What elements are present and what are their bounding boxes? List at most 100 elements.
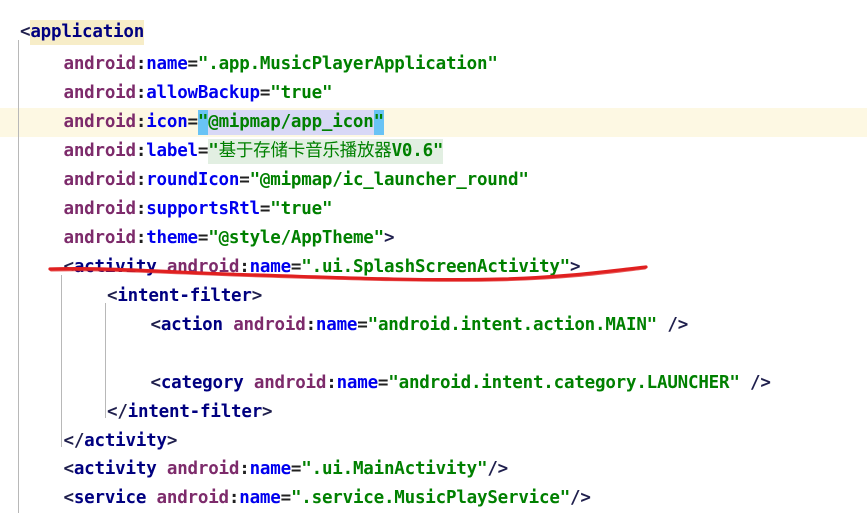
code-line[interactable]: android:name=".app.MusicPlayerApplicatio…	[0, 50, 867, 79]
token-tag: activity	[73, 257, 157, 277]
code-line[interactable]: <intent-filter>	[0, 282, 867, 311]
code-line[interactable]: </intent-filter>	[0, 398, 867, 427]
token-ns: android	[63, 54, 137, 74]
code-line[interactable]: <activity android:name=".ui.MainActivity…	[0, 455, 867, 484]
code-line[interactable]: android:allowBackup="true"	[0, 79, 867, 108]
token-quote: "	[208, 139, 219, 164]
token-quote: "	[487, 54, 498, 74]
token-attr: roundIcon	[146, 170, 240, 190]
token-str: android.intent.category.LAUNCHER	[398, 373, 730, 393]
token-punct: <	[63, 488, 75, 508]
token-tag: action	[160, 315, 223, 335]
token-colon: :	[228, 488, 240, 508]
code-line[interactable]	[0, 340, 867, 369]
token-attr: icon	[146, 112, 188, 132]
token-colon: :	[135, 170, 147, 190]
code-line[interactable]: android:icon="@mipmap/app_icon"	[0, 108, 867, 137]
token-punct: <	[150, 373, 162, 393]
token-tag: service	[73, 488, 147, 508]
token-quote: "	[388, 373, 399, 393]
token-eq: =	[259, 199, 271, 219]
token-quote: "	[197, 54, 209, 74]
token-eq: =	[197, 228, 209, 248]
token-str: .ui.SplashScreenActivity	[311, 257, 560, 277]
code-line[interactable]: android:supportsRtl="true"	[0, 195, 867, 224]
token-quote: "	[270, 83, 281, 103]
token-punct: >	[570, 257, 581, 277]
token-punct: <	[63, 257, 75, 277]
token-attr: name	[249, 459, 292, 479]
token-str: @mipmap/app_icon	[208, 110, 374, 135]
token-ns: android	[166, 459, 240, 479]
code-line[interactable]: <category android:name="android.intent.c…	[0, 369, 867, 398]
token-tag: application	[30, 20, 144, 45]
token-str: true	[280, 199, 323, 219]
token-quote: "	[208, 228, 219, 248]
token-colon: :	[239, 257, 250, 277]
token-colon: :	[326, 373, 337, 393]
token-punct: >	[251, 286, 263, 306]
token-str: @style/AppTheme	[218, 228, 374, 248]
code-line[interactable]: <activity android:name=".ui.SplashScreen…	[0, 253, 867, 282]
token-punct: />	[570, 488, 591, 508]
token-str: @mipmap/ic_launcher_round	[259, 170, 519, 190]
token-ns: android	[63, 141, 137, 161]
token-ns: android	[63, 170, 137, 190]
token-quote: "	[373, 110, 384, 135]
token-colon: :	[135, 141, 147, 161]
token-punct: </	[63, 431, 85, 451]
token-punct: />	[667, 315, 689, 335]
token-ns: android	[63, 112, 137, 132]
token-tag: activity	[84, 431, 167, 451]
token-tag: intent-filter	[117, 286, 252, 306]
token-quote: "	[367, 315, 379, 335]
token-quote: "	[270, 199, 281, 219]
token-quote: "	[321, 83, 333, 103]
token-quote: "	[321, 199, 333, 219]
token-ns: android	[156, 488, 230, 508]
code-editor-viewport[interactable]: <application android:name=".app.MusicPlay…	[0, 0, 867, 513]
token-eq: =	[187, 54, 199, 74]
code-line[interactable]: <application	[0, 18, 867, 47]
token-punct: >	[262, 402, 273, 422]
token-quote: "	[301, 257, 312, 277]
code-line[interactable]: android:label="基于存储卡音乐播放器V0.6"	[0, 137, 867, 166]
token-colon: :	[135, 54, 147, 74]
token-quote: "	[729, 373, 740, 393]
token-colon: :	[135, 112, 147, 132]
token-punct: <	[63, 459, 75, 479]
token-attr: name	[315, 315, 358, 335]
token-colon: :	[135, 83, 147, 103]
token-cjk: 基于存储卡音乐播放器	[218, 139, 392, 164]
code-line[interactable]: <service android:name=".service.MusicPla…	[0, 484, 867, 513]
token-ns: android	[233, 315, 306, 335]
code-line[interactable]: </activity>	[0, 427, 867, 456]
token-quote: "	[559, 488, 571, 508]
token-eq: =	[259, 83, 271, 103]
code-line[interactable]: <action android:name="android.intent.act…	[0, 311, 867, 340]
token-eq: =	[187, 112, 199, 132]
token-punct: >	[166, 431, 178, 451]
token-punct: <	[20, 22, 31, 42]
token-punct: <	[107, 286, 118, 306]
code-line[interactable]: android:theme="@style/AppTheme">	[0, 224, 867, 253]
token-colon: :	[135, 228, 147, 248]
token-tag: category	[160, 373, 244, 393]
token-str: .ui.MainActivity	[311, 459, 478, 479]
token-punct: <	[150, 315, 162, 335]
token-quote: "	[476, 459, 488, 479]
token-quote: "	[197, 110, 208, 135]
code-line[interactable]: android:roundIcon="@mipmap/ic_launcher_r…	[0, 166, 867, 195]
token-tag: intent-filter	[127, 402, 263, 422]
token-quote: "	[301, 459, 312, 479]
token-quote: "	[249, 170, 261, 190]
token-quote: "	[290, 488, 302, 508]
token-quote: "	[559, 257, 571, 277]
token-colon: :	[135, 199, 147, 219]
token-attr: name	[336, 373, 379, 393]
